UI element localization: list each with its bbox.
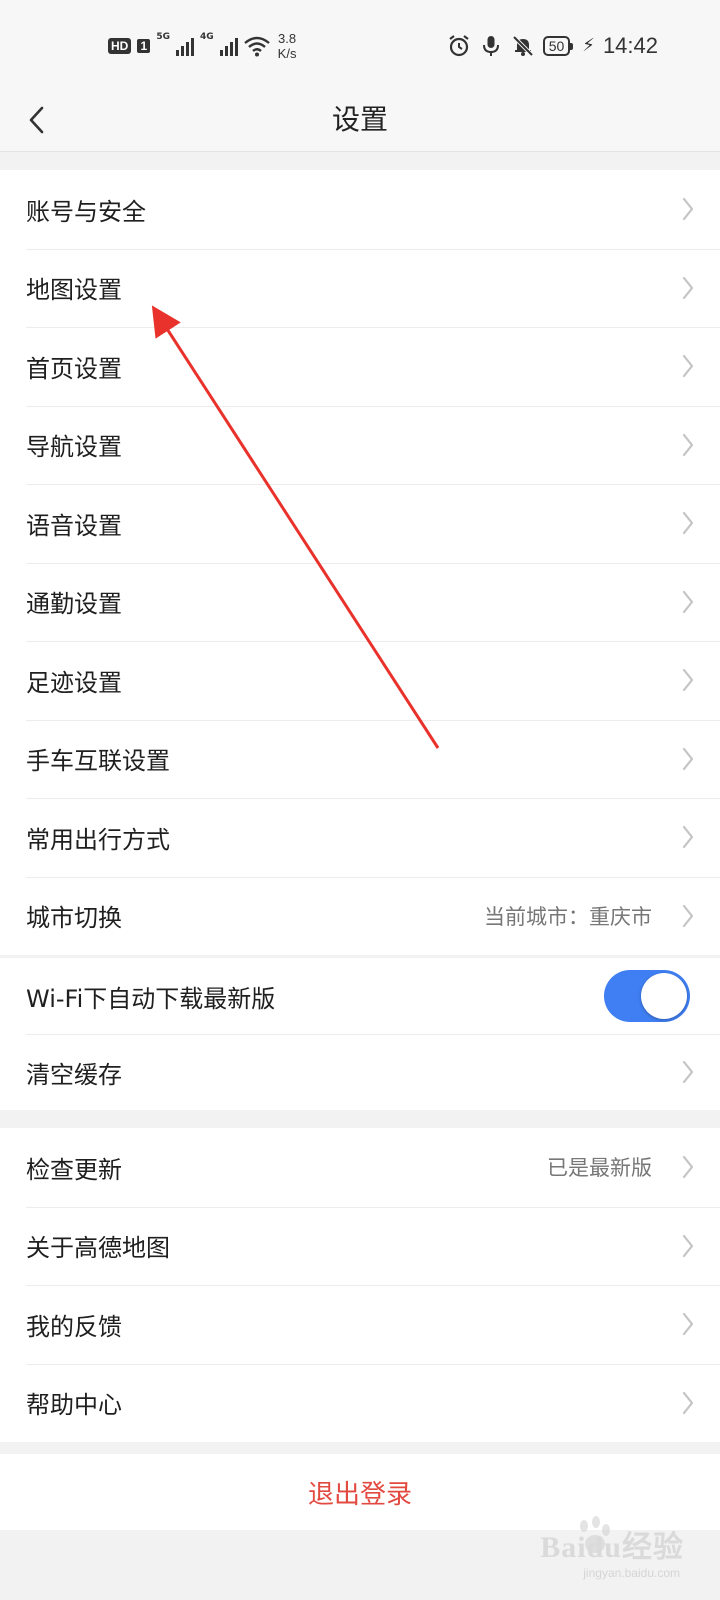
network-type-4g: 4G: [200, 32, 214, 42]
settings-item-label: 地图设置: [26, 276, 122, 305]
settings-item-label: 手车互联设置: [26, 747, 170, 776]
chevron-right-icon: [682, 1060, 694, 1084]
watermark-text: Baidu经验: [540, 1531, 684, 1564]
signal-strength-icon: [176, 36, 194, 56]
battery-icon: 50: [542, 36, 573, 56]
settings-group-about: 检查更新 已是最新版 关于高德地图 我的反馈 帮助中心: [0, 1128, 720, 1442]
clock: 14:42: [602, 33, 658, 58]
alarm-icon: [449, 35, 469, 57]
settings-item-label: Wi-Fi下自动下载最新版: [26, 984, 276, 1013]
chevron-right-icon: [682, 355, 694, 378]
hd-badge: HD: [108, 38, 132, 54]
settings-item-voice[interactable]: 语音设置: [0, 484, 720, 563]
chevron-right-icon: [682, 276, 694, 299]
toggle-knob: [641, 973, 687, 1019]
status-right: 50 ⚡ 14:42: [447, 30, 658, 62]
settings-item-label: 通勤设置: [26, 590, 122, 619]
chevron-right-icon: [682, 669, 694, 692]
settings-item-label: 检查更新: [26, 1155, 122, 1184]
settings-item-label: 关于高德地图: [26, 1234, 170, 1263]
settings-item-navigation[interactable]: 导航设置: [0, 405, 720, 485]
page-title: 设置: [331, 103, 388, 136]
chevron-right-icon: [682, 1156, 694, 1179]
network-speed-value: 3.8: [278, 31, 297, 46]
settings-item-feedback[interactable]: 我的反馈: [0, 1285, 720, 1364]
wifi-icon: [243, 36, 270, 57]
settings-item-wifi-auto-download: Wi-Fi下自动下载最新版: [0, 958, 720, 1034]
settings-item-travel-mode[interactable]: 常用出行方式: [0, 798, 720, 877]
sim-badge: 1: [137, 39, 151, 53]
settings-item-phone-car-link[interactable]: 手车互联设置: [0, 719, 720, 799]
settings-item-label: 语音设置: [26, 511, 122, 540]
baidu-watermark: Baidu经验 jingyan.baidu.com: [534, 1516, 684, 1586]
settings-item-city-switch[interactable]: 城市切换 当前城市：重庆市: [0, 876, 720, 956]
settings-group-download: Wi-Fi下自动下载最新版 清空缓存: [0, 958, 720, 1110]
settings-item-account-security[interactable]: 账号与安全: [0, 170, 720, 249]
settings-item-label: 导航设置: [26, 433, 122, 462]
settings-item-clear-cache[interactable]: 清空缓存: [0, 1034, 720, 1110]
logout-label: 退出登录: [307, 1479, 412, 1510]
settings-item-label: 足迹设置: [26, 668, 122, 697]
settings-item-label: 城市切换: [26, 904, 122, 933]
chevron-right-icon: [682, 1234, 694, 1257]
signal-strength-icon-2: [219, 36, 238, 56]
current-city-value: 当前城市：重庆市: [484, 904, 652, 929]
settings-item-footprint[interactable]: 足迹设置: [0, 641, 720, 720]
watermark-url: jingyan.baidu.com: [583, 1566, 680, 1580]
chevron-right-icon: [682, 904, 694, 927]
status-left: HD 1 5G 4G 3.8 K/s: [108, 28, 296, 64]
chevron-right-icon: [682, 1313, 694, 1336]
network-speed-unit: K/s: [277, 46, 297, 61]
settings-item-home[interactable]: 首页设置: [0, 327, 720, 406]
settings-item-map[interactable]: 地图设置: [0, 248, 720, 328]
settings-item-label: 常用出行方式: [26, 825, 170, 854]
settings-group-general: 账号与安全 地图设置 首页设置 导航设置 语音设置 通勤设置 足迹设置 手车互联…: [0, 170, 720, 955]
charging-icon: ⚡: [582, 35, 595, 56]
settings-item-label: 首页设置: [26, 354, 122, 383]
settings-item-label: 帮助中心: [26, 1391, 122, 1420]
settings-item-label: 我的反馈: [26, 1312, 122, 1341]
settings-item-check-update[interactable]: 检查更新 已是最新版: [0, 1128, 720, 1207]
chevron-right-icon: [682, 826, 694, 849]
settings-item-label: 账号与安全: [26, 197, 146, 226]
settings-item-about[interactable]: 关于高德地图: [0, 1206, 720, 1286]
header: 设置: [0, 88, 720, 152]
battery-level: 50: [548, 38, 565, 54]
settings-item-label: 清空缓存: [26, 1060, 122, 1089]
settings-item-commute[interactable]: 通勤设置: [0, 562, 720, 642]
chevron-right-icon: [682, 747, 694, 770]
update-status-value: 已是最新版: [547, 1156, 652, 1181]
wifi-auto-download-toggle[interactable]: [604, 970, 690, 1022]
chevron-right-icon: [682, 590, 694, 613]
chevron-right-icon: [682, 512, 694, 535]
chevron-right-icon: [682, 198, 694, 221]
chevron-right-icon: [682, 1391, 694, 1414]
microphone-icon: [482, 36, 499, 56]
network-type-5g: 5G: [156, 32, 170, 42]
status-bar: HD 1 5G 4G 3.8 K/s 50 ⚡ 14:42: [0, 0, 720, 88]
settings-item-help[interactable]: 帮助中心: [0, 1363, 720, 1443]
mute-bell-icon: [512, 35, 534, 57]
network-speed: 3.8 K/s: [278, 31, 297, 61]
chevron-right-icon: [682, 433, 694, 456]
